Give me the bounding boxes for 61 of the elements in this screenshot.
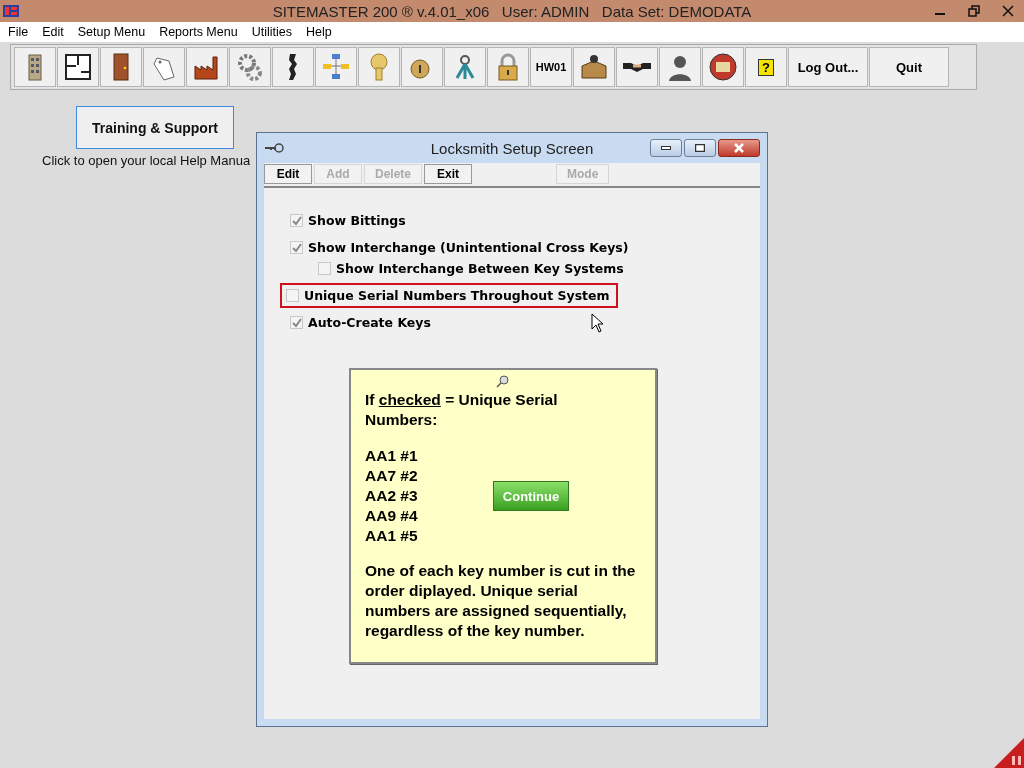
checkbox[interactable] — [290, 214, 303, 227]
dialog-title: Locksmith Setup Screen — [430, 139, 594, 157]
example-line: AA2 #3 — [365, 486, 419, 506]
dialog-button[interactable]: Edit — [264, 164, 312, 184]
checkbox[interactable] — [286, 289, 299, 302]
toolbar-button[interactable] — [616, 47, 658, 87]
toolbar-button[interactable] — [57, 47, 99, 87]
checkbox[interactable] — [290, 316, 303, 329]
checkbox-label: Show Interchange (Unintentional Cross Keys) — [308, 240, 629, 255]
toolbar-button[interactable] — [186, 47, 228, 87]
menu-item[interactable]: File — [2, 25, 37, 39]
box-icon — [579, 52, 609, 82]
help-button[interactable]: ? — [745, 47, 787, 87]
maximize-icon — [695, 144, 705, 152]
checkbox[interactable] — [318, 262, 331, 275]
checkbox-label: Show Interchange Between Key Systems — [336, 261, 624, 276]
example-line: AA1 #1 — [365, 446, 419, 466]
close-icon[interactable] — [1002, 5, 1014, 17]
menu-item[interactable]: Setup Menu — [71, 25, 154, 39]
flowchart-icon — [321, 52, 351, 82]
example-line: AA9 #4 — [365, 506, 419, 526]
toolbar-button[interactable]: Quit — [869, 47, 949, 87]
popup-heading: If checked = Unique Serial Numbers: — [365, 390, 559, 430]
example-line: AA1 #5 — [365, 526, 419, 546]
example-line: AA7 #2 — [365, 466, 419, 486]
close-icon — [733, 143, 745, 153]
menu-item[interactable]: Utilities — [245, 25, 300, 39]
mouse-pointer-icon — [591, 313, 604, 333]
menu-item[interactable]: Help — [299, 25, 340, 39]
maximize-button[interactable] — [684, 139, 716, 157]
toolbar-button[interactable] — [100, 47, 142, 87]
checkbox-label: Unique Serial Numbers Throughout System — [304, 288, 610, 303]
toolbar-button[interactable] — [659, 47, 701, 87]
training-support-button[interactable]: Training & Support — [76, 106, 234, 149]
close-button[interactable] — [718, 139, 760, 157]
gears-icon — [235, 52, 265, 82]
window-title: SITEMASTER 200 ® v.4.01_x06 User: ADMIN Data Set: DEMODATA — [272, 2, 752, 20]
floor-plan-icon — [63, 52, 93, 82]
help-icon: ? — [758, 58, 774, 76]
dialog-button[interactable]: Exit — [424, 164, 473, 184]
help-hint: Click to open your local Help Manua — [42, 153, 251, 168]
toolbar-button[interactable] — [14, 47, 56, 87]
checkbox-label: Auto-Create Keys — [308, 315, 431, 330]
corner-triangle-icon — [994, 738, 1024, 768]
menu-item[interactable]: Reports Menu — [153, 25, 246, 39]
checkbox[interactable] — [290, 241, 303, 254]
toolbar-button[interactable] — [573, 47, 615, 87]
checkbox-label: Show Bittings — [308, 213, 406, 228]
minimize-icon — [661, 146, 671, 150]
minimize-button[interactable] — [650, 139, 682, 157]
toolbar-button[interactable] — [272, 47, 314, 87]
app-icon — [2, 3, 20, 19]
key-profile-icon — [289, 54, 297, 80]
restore-icon[interactable] — [968, 5, 980, 17]
handshake-icon — [623, 62, 651, 72]
toolbar-button[interactable]: HW01 — [530, 47, 572, 87]
menu-item[interactable]: Edit — [36, 25, 72, 39]
popup-text: One of each key number is cut in the order diplayed. Unique serial numbers are assigned sequentially, regardless of the key number. — [365, 561, 637, 641]
toolbar-button[interactable] — [702, 47, 744, 87]
badge-icon — [708, 52, 738, 82]
toolbar-button[interactable]: Log Out... — [788, 47, 868, 87]
